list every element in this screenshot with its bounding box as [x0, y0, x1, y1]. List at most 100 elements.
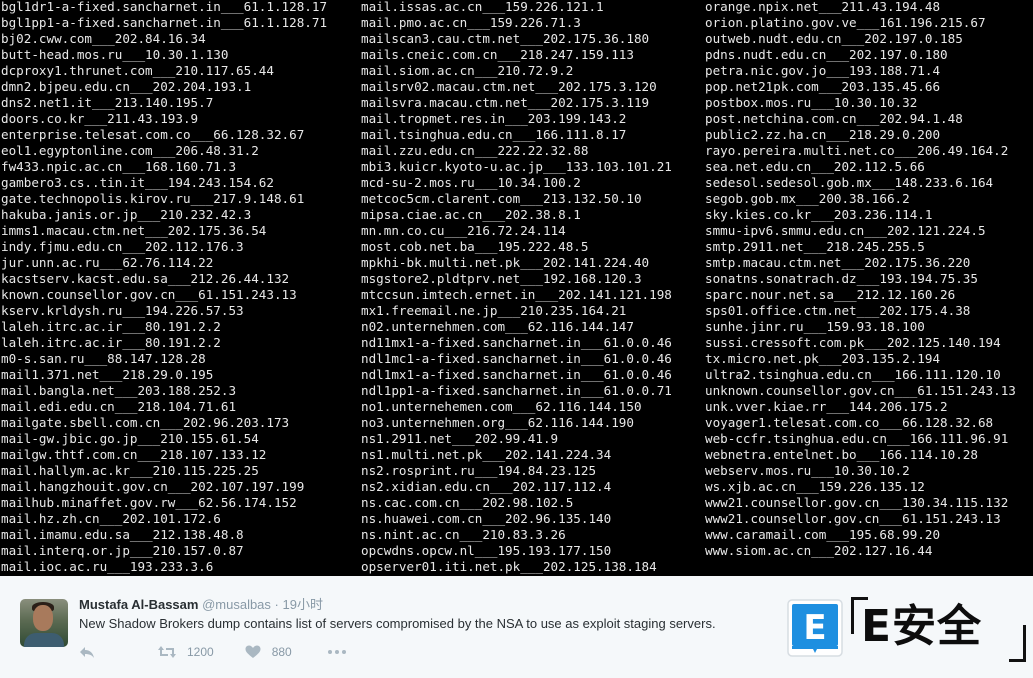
server-entry: mpkhi-bk.multi.net.pk___202.141.224.40 — [361, 255, 650, 270]
server-entry: bgl1pp1-a-fixed.sancharnet.in___61.1.128… — [1, 15, 328, 30]
author-handle[interactable]: @musalbas — [202, 597, 271, 612]
server-entry: www21.counsellor.gov.cn___130.34.115.132 — [705, 495, 1009, 510]
server-entry: mail.siom.ac.cn___210.72.9.2 — [361, 63, 574, 78]
server-entry: tx.micro.net.pk___203.135.2.194 — [705, 351, 941, 366]
server-entry: post.netchina.com.cn___202.94.1.48 — [705, 111, 963, 126]
server-entry: indy.fjmu.edu.cn___202.112.176.3 — [1, 239, 244, 254]
server-entry: metcoc5cm.clarent.com___213.132.50.10 — [361, 191, 642, 206]
server-entry: smtp.macau.ctm.net___202.175.36.220 — [705, 255, 971, 270]
more-icon[interactable] — [327, 649, 347, 655]
server-entry: no1.unternehemen.com___62.116.144.150 — [361, 399, 642, 414]
server-entry: postbox.mos.ru___10.30.10.32 — [705, 95, 918, 110]
server-entry: webserv.mos.ru___10.30.10.2 — [705, 463, 910, 478]
server-entry: mail.bangla.net___203.188.252.3 — [1, 383, 237, 398]
server-entry: ultra2.tsinghua.edu.cn___166.111.120.10 — [705, 367, 1001, 382]
server-list-column-3: orange.npix.net___211.43.194.48 orion.pla… — [705, 0, 1016, 559]
server-entry: nd11mx1-a-fixed.sancharnet.in___61.0.0.4… — [361, 335, 672, 350]
server-entry: mail.pmo.ac.cn___159.226.71.3 — [361, 15, 581, 30]
bracket-right — [1009, 625, 1026, 662]
server-entry: eol1.egyptonline.com___206.48.31.2 — [1, 143, 259, 158]
server-entry: gate.technopolis.kirov.ru___217.9.148.61 — [1, 191, 305, 206]
reply-icon[interactable] — [79, 645, 95, 659]
server-entry: dns2.net1.it___213.140.195.7 — [1, 95, 214, 110]
logo-tile-letter: E — [803, 608, 826, 648]
server-entry: mailsrv02.macau.ctm.net___202.175.3.120 — [361, 79, 657, 94]
server-entry: smmu-ipv6.smmu.edu.cn___202.121.224.5 — [705, 223, 986, 238]
server-entry: ws.xjb.ac.cn___159.226.135.12 — [705, 479, 925, 494]
server-entry: mcd-su-2.mos.ru___10.34.100.2 — [361, 175, 581, 190]
server-entry: kserv.krldysh.ru___194.226.57.53 — [1, 303, 244, 318]
server-entry: bj02.cww.com___202.84.16.34 — [1, 31, 206, 46]
server-entry: gambero3.cs..tin.it___194.243.154.62 — [1, 175, 274, 190]
like-count: 880 — [271, 645, 292, 659]
server-entry: m0-s.san.ru___88.147.128.28 — [1, 351, 206, 366]
server-entry: smtp.2911.net___218.245.255.5 — [705, 239, 925, 254]
server-entry: bgl1dr1-a-fixed.sancharnet.in___61.1.128… — [1, 0, 328, 14]
heart-icon — [245, 645, 261, 659]
server-entry: mn.mn.co.cu___216.72.24.114 — [361, 223, 566, 238]
server-entry: webnetra.entelnet.bo___166.114.10.28 — [705, 447, 978, 462]
server-entry: jur.unn.ac.ru___62.76.114.22 — [1, 255, 214, 270]
server-entry: orange.npix.net___211.43.194.48 — [705, 0, 941, 14]
e-anquan-watermark: E E安全 — [787, 597, 1027, 662]
server-entry: mailgate.sbell.com.cn___202.96.203.173 — [1, 415, 290, 430]
server-entry: opserver01.iti.net.pk___202.125.138.184 — [361, 559, 657, 574]
server-entry: pdns.nudt.edu.cn___202.197.0.180 — [705, 47, 948, 62]
server-entry: mailhub.minaffet.gov.rw___62.56.174.152 — [1, 495, 297, 510]
server-entry: petra.nic.gov.jo___193.188.71.4 — [705, 63, 941, 78]
server-entry: mtccsun.imtech.ernet.in___202.141.121.19… — [361, 287, 672, 302]
server-entry: n02.unternehmen.com___62.116.144.147 — [361, 319, 634, 334]
server-entry: ns1.2911.net___202.99.41.9 — [361, 431, 559, 446]
separator-dot: · — [274, 597, 279, 612]
tweet-text: New Shadow Brokers dump contains list of… — [79, 616, 716, 631]
server-entry: laleh.itrc.ac.ir___80.191.2.2 — [1, 319, 221, 334]
server-entry: sedesol.sedesol.gob.mx___148.233.6.164 — [705, 175, 994, 190]
server-entry: rayo.pereira.multi.net.co___206.49.164.2 — [705, 143, 1009, 158]
server-entry: fw433.npic.ac.cn___168.160.71.3 — [1, 159, 237, 174]
server-entry: mail.issas.ac.cn___159.226.121.1 — [361, 0, 604, 14]
server-entry: known.counsellor.gov.cn___61.151.243.13 — [1, 287, 297, 302]
server-entry: dcproxy1.thrunet.com___210.117.65.44 — [1, 63, 274, 78]
retweet-button[interactable]: 1200 — [157, 645, 245, 659]
server-entry: doors.co.kr___211.43.193.9 — [1, 111, 199, 126]
server-entry: laleh.itrc.ac.ir___80.191.2.2 — [1, 335, 221, 350]
server-entry: mbi3.kuicr.kyoto-u.ac.jp___133.103.101.2… — [361, 159, 672, 174]
server-entry: unk.vver.kiae.rr___144.206.175.2 — [705, 399, 948, 414]
server-entry: mipsa.ciae.ac.cn___202.38.8.1 — [361, 207, 581, 222]
server-entry: ns1.multi.net.pk___202.141.224.34 — [361, 447, 612, 462]
server-entry: imms1.macau.ctm.net___202.175.36.54 — [1, 223, 267, 238]
server-entry: web-ccfr.tsinghua.edu.cn___166.111.96.91 — [705, 431, 1009, 446]
retweet-icon — [157, 645, 177, 659]
server-entry: no3.unternehmen.org___62.116.144.190 — [361, 415, 634, 430]
server-entry: mailscan3.cau.ctm.net___202.175.36.180 — [361, 31, 650, 46]
server-entry: mailsvra.macau.ctm.net___202.175.3.119 — [361, 95, 650, 110]
server-entry: mail.hangzhouit.gov.cn___202.107.197.199 — [1, 479, 305, 494]
server-entry: sussi.cressoft.com.pk___202.125.140.194 — [705, 335, 1001, 350]
server-entry: ns2.xidian.edu.cn___202.117.112.4 — [361, 479, 612, 494]
avatar[interactable] — [20, 599, 68, 647]
server-entry: mail.hz.zh.cn___202.101.172.6 — [1, 511, 221, 526]
server-entry: mail.tsinghua.edu.cn___166.111.8.17 — [361, 127, 627, 142]
server-entry: ns.huawei.com.cn___202.96.135.140 — [361, 511, 612, 526]
server-entry: www.caramail.com___195.68.99.20 — [705, 527, 941, 542]
author-name[interactable]: Mustafa Al-Bassam — [79, 597, 198, 612]
server-entry: mail.imamu.edu.sa___212.138.48.8 — [1, 527, 244, 542]
tweet-header: Mustafa Al-Bassam @musalbas · 19小时 — [79, 597, 323, 613]
server-entry: www21.counsellor.gov.cn___61.151.243.13 — [705, 511, 1001, 526]
server-entry: ns.nint.ac.cn___210.83.3.26 — [361, 527, 566, 542]
tweet-timestamp[interactable]: 19小时 — [283, 597, 323, 612]
watermark-text: E安全 — [861, 601, 983, 652]
server-entry: mail.edi.edu.cn___218.104.71.61 — [1, 399, 237, 414]
server-entry: butt-head.mos.ru___10.30.1.130 — [1, 47, 229, 62]
server-entry: mailgw.thtf.com.cn___218.107.133.12 — [1, 447, 267, 462]
like-button[interactable]: 880 — [245, 645, 327, 659]
server-entry: sps01.office.ctm.net___202.175.4.38 — [705, 303, 971, 318]
server-entry: most.cob.net.ba___195.222.48.5 — [361, 239, 589, 254]
server-entry: enterprise.telesat.com.co___66.128.32.67 — [1, 127, 305, 142]
server-entry: msgstore2.pldtprv.net___192.168.120.3 — [361, 271, 642, 286]
server-entry: voyager1.telesat.com.co___66.128.32.68 — [705, 415, 994, 430]
server-entry: mail.tropmet.res.in___203.199.143.2 — [361, 111, 627, 126]
server-entry: sparc.nour.net.sa___212.12.160.26 — [705, 287, 956, 302]
server-entry: mx1.freemail.ne.jp___210.235.164.21 — [361, 303, 627, 318]
server-entry: segob.gob.mx___200.38.166.2 — [705, 191, 910, 206]
